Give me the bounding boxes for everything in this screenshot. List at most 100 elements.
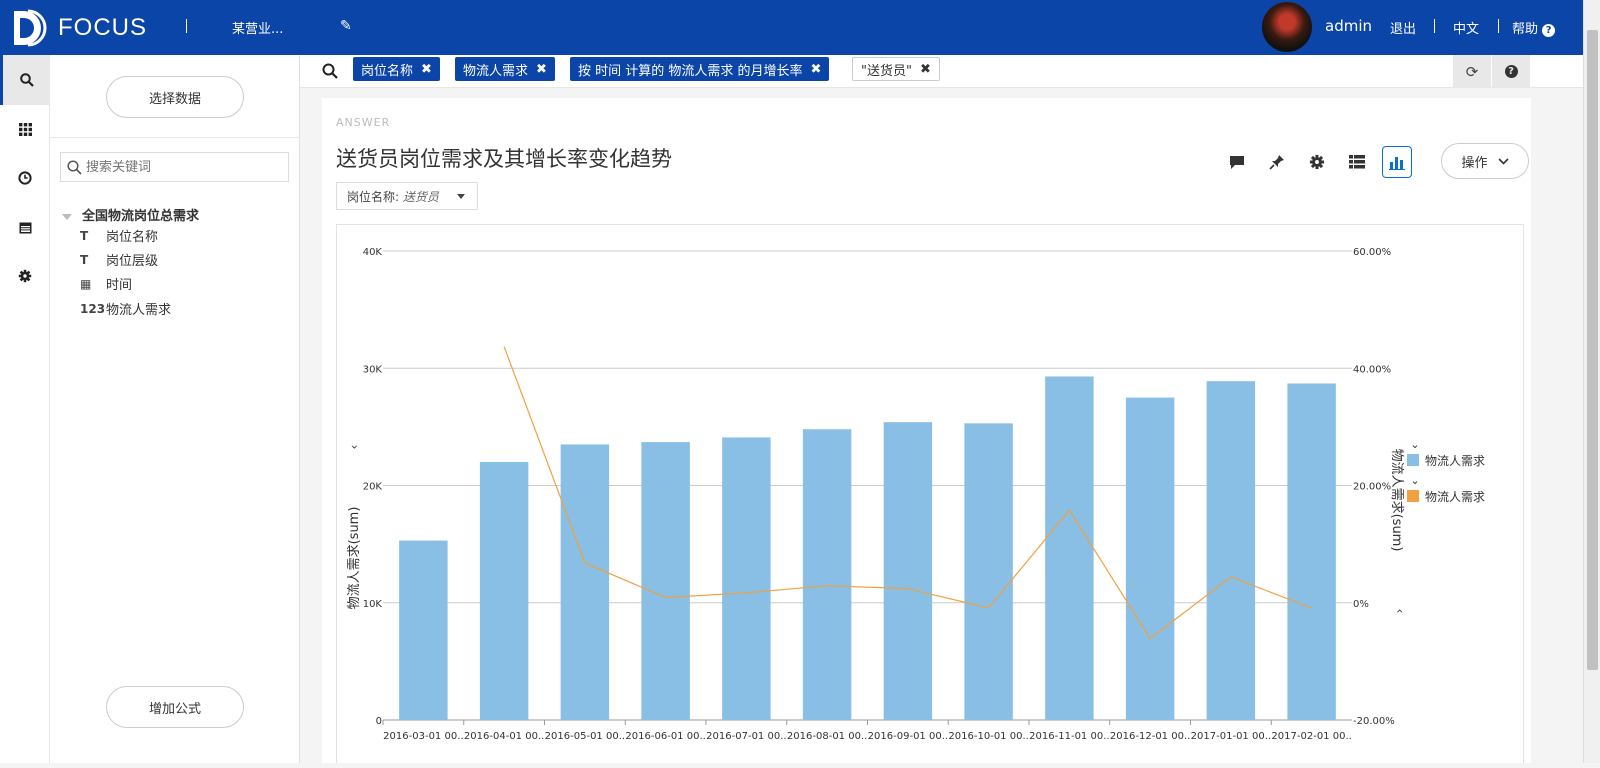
bar xyxy=(479,462,529,720)
chevron-down-icon[interactable]: ‹ xyxy=(1393,609,1407,614)
token-label: 岗位名称 xyxy=(361,63,414,79)
number-type-icon: 123 xyxy=(80,301,106,316)
legend-swatch xyxy=(1407,454,1419,466)
field-label: 时间 xyxy=(106,278,133,293)
focus-logo-icon xyxy=(14,9,47,47)
y2-tick-label: -20.00% xyxy=(1353,716,1395,727)
date-type-icon: ▦ xyxy=(80,276,92,291)
avatar[interactable] xyxy=(1262,2,1312,52)
value-token[interactable]: "送货员" ✖ xyxy=(852,57,940,81)
bar xyxy=(641,442,690,720)
combo-chart: 0 10K 20K 30K 40K -20.00% 0% 20.00% 40.00% 60.00… xyxy=(347,247,1485,742)
project-selector[interactable]: 某营业... xyxy=(232,18,283,37)
x-tick-label: 2016-03-01 00.. xyxy=(383,731,463,742)
bar-chart-icon[interactable] xyxy=(1382,146,1412,178)
data-panel: 选择数据 全国物流岗位总需求 T岗位名称 T岗位层级 ▦时间 123物流人需求 … xyxy=(50,55,300,763)
field-label: 岗位层级 xyxy=(106,254,159,269)
x-tick-label: 2016-09-01 00.. xyxy=(868,731,948,742)
x-tick-label: 2016-06-01 00.. xyxy=(625,731,705,742)
y2-tick-label: 20.00% xyxy=(1353,482,1391,493)
operate-label: 操作 xyxy=(1461,155,1488,171)
keyword-search[interactable] xyxy=(60,152,289,182)
edit-icon[interactable]: ✎ xyxy=(340,18,352,34)
gear-icon[interactable] xyxy=(0,251,50,301)
tree-root-label: 全国物流岗位总需求 xyxy=(82,209,200,224)
legend-swatch xyxy=(1407,490,1419,502)
search-icon xyxy=(67,159,82,175)
y-axis-label: 物流人需求(sum) xyxy=(347,507,362,610)
close-icon[interactable]: ✖ xyxy=(920,62,931,77)
help-link[interactable]: 帮助 ? xyxy=(1512,18,1556,37)
search-bar[interactable]: 岗位名称 ✖ 物流人需求 ✖ 按 时间 计算的 物流人需求 的月增长率 ✖ "送货员"… xyxy=(300,55,1583,88)
select-data-button[interactable]: 选择数据 xyxy=(106,76,244,118)
settings-icon[interactable] xyxy=(1304,149,1330,175)
bar xyxy=(1287,383,1336,720)
text-type-icon: T xyxy=(80,228,89,243)
help-icon[interactable]: ? xyxy=(1492,55,1530,88)
token-label: 按 时间 计算的 物流人需求 的月增长率 xyxy=(578,63,803,79)
y-tick-label: 20K xyxy=(363,482,383,493)
bar xyxy=(883,422,933,720)
y2-tick-label: 60.00% xyxy=(1353,247,1391,258)
pin-icon[interactable] xyxy=(1264,149,1290,175)
x-tick-label: 2016-05-01 00.. xyxy=(545,731,625,742)
bar xyxy=(399,540,448,720)
search-token[interactable]: 物流人需求 ✖ xyxy=(455,57,555,81)
main-area: 岗位名称 ✖ 物流人需求 ✖ 按 时间 计算的 物流人需求 的月增长率 ✖ "送货员"… xyxy=(300,55,1583,763)
x-tick-label: 2017-02-01 00.. xyxy=(1271,731,1351,742)
comment-icon[interactable] xyxy=(1224,149,1250,175)
x-tick-label: 2016-08-01 00.. xyxy=(787,731,867,742)
clock-icon[interactable] xyxy=(0,153,50,203)
help-label: 帮助 xyxy=(1512,22,1539,37)
close-icon[interactable]: ✖ xyxy=(536,62,547,77)
operate-button[interactable]: 操作 xyxy=(1441,143,1529,179)
chevron-down-icon[interactable]: ‹ xyxy=(347,445,361,450)
chevron-down-icon xyxy=(1497,157,1509,165)
field-item[interactable]: 123 物流人需求 xyxy=(80,299,171,319)
calendar-icon[interactable] xyxy=(0,202,50,252)
search-icon[interactable] xyxy=(0,55,50,105)
keyword-search-input[interactable] xyxy=(86,159,276,175)
logout-link[interactable]: 退出 xyxy=(1390,18,1416,37)
search-token[interactable]: 按 时间 计算的 物流人需求 的月增长率 ✖ xyxy=(570,57,830,81)
caret-down-icon xyxy=(62,213,72,220)
close-icon[interactable]: ✖ xyxy=(811,62,822,77)
search-icon xyxy=(322,63,338,79)
field-item[interactable]: T 岗位名称 xyxy=(80,226,158,246)
chevron-down-icon: ⌄ xyxy=(1410,474,1419,487)
divider xyxy=(50,137,300,138)
y2-tick-label: 0% xyxy=(1353,599,1369,610)
field-item[interactable]: T 岗位层级 xyxy=(80,250,159,270)
table-view-icon[interactable] xyxy=(1344,149,1370,175)
x-tick-label: 2016-10-01 00.. xyxy=(948,731,1028,742)
text-type-icon: T xyxy=(80,252,89,267)
bar xyxy=(1125,397,1175,720)
token-label: 物流人需求 xyxy=(463,63,529,79)
legend-label: 物流人需求 xyxy=(1425,490,1485,504)
y-tick-label: 40K xyxy=(363,247,383,258)
bar xyxy=(802,429,852,720)
scrollbar[interactable] xyxy=(1583,0,1600,763)
x-tick-label: 2017-01-01 00.. xyxy=(1191,731,1271,742)
bar xyxy=(1206,381,1256,720)
chart-frame: 0 10K 20K 30K 40K -20.00% 0% 20.00% 40.00% 60.00… xyxy=(336,224,1524,763)
table-tree-root[interactable]: 全国物流岗位总需求 xyxy=(62,205,199,224)
field-item[interactable]: ▦ 时间 xyxy=(80,274,133,294)
legend-label: 物流人需求 xyxy=(1425,454,1485,468)
y-tick-label: 30K xyxy=(363,364,383,375)
username[interactable]: admin xyxy=(1325,17,1372,35)
add-formula-button[interactable]: 增加公式 xyxy=(106,686,244,728)
x-tick-label: 2016-11-01 00.. xyxy=(1029,731,1109,742)
apps-icon[interactable] xyxy=(0,104,50,154)
answer-label: ANSWER xyxy=(336,116,391,129)
filter-dropdown[interactable]: 岗位名称: 送货员 xyxy=(336,182,478,210)
search-token[interactable]: 岗位名称 ✖ xyxy=(353,57,440,81)
scrollbar-thumb[interactable] xyxy=(1587,30,1598,670)
refresh-icon[interactable]: ⟳ xyxy=(1453,55,1491,88)
bar xyxy=(560,444,610,720)
bar xyxy=(1045,376,1094,720)
close-icon[interactable]: ✖ xyxy=(421,62,432,77)
bar xyxy=(722,437,771,720)
divider xyxy=(1498,19,1499,33)
language-link[interactable]: 中文 xyxy=(1453,18,1479,37)
